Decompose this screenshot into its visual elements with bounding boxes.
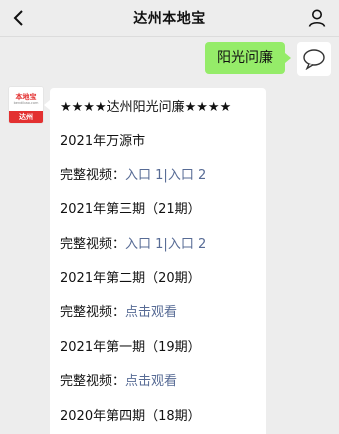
back-button[interactable] bbox=[6, 4, 30, 32]
chat-header: 达州本地宝 bbox=[0, 0, 339, 37]
logo-brand-text: 本地宝 bbox=[15, 92, 37, 101]
video-line: 完整视频：点击观看 bbox=[60, 370, 177, 389]
video-line: 完整视频：入口 1|入口 2 bbox=[60, 233, 206, 252]
section-heading: 2021年第一期（19期） bbox=[60, 340, 201, 355]
section-heading: 2020年第四期（18期） bbox=[60, 409, 201, 424]
outgoing-bubble[interactable]: 阳光问廉 bbox=[205, 42, 291, 74]
chat-screen: 达州本地宝 阳光问廉 本地宝 bendibao.com 达州 ★★★★达州阳光问 bbox=[0, 0, 339, 434]
video-label: 完整视频： bbox=[60, 374, 126, 389]
speech-bubble-icon bbox=[303, 49, 325, 70]
user-avatar[interactable] bbox=[297, 42, 331, 76]
section-heading: 2021年万源市 bbox=[60, 134, 146, 149]
video-line: 完整视频：入口 1|入口 2 bbox=[60, 164, 206, 183]
entry-2-link[interactable]: 入口 2 bbox=[168, 237, 206, 252]
incoming-bubble: ★★★★达州阳光问廉★★★★ 2021年万源市 完整视频：入口 1|入口 2 2… bbox=[44, 88, 266, 434]
profile-button[interactable] bbox=[305, 5, 329, 31]
video-label: 完整视频： bbox=[60, 305, 126, 320]
brand-logo: 本地宝 bendibao.com bbox=[9, 87, 43, 111]
chevron-left-icon bbox=[13, 10, 23, 26]
section-heading: 2021年第二期（20期） bbox=[60, 271, 201, 286]
sender-avatar[interactable]: 本地宝 bendibao.com 达州 bbox=[8, 86, 44, 124]
logo-city-text: 达州 bbox=[9, 111, 43, 123]
chat-title: 达州本地宝 bbox=[133, 11, 206, 27]
person-icon bbox=[308, 9, 326, 27]
logo-sub-text: bendibao.com bbox=[13, 100, 39, 105]
entry-1-link[interactable]: 入口 1 bbox=[125, 237, 163, 252]
watch-link[interactable]: 点击观看 bbox=[125, 305, 177, 320]
outgoing-message: 阳光问廉 bbox=[205, 42, 331, 76]
entry-2-link[interactable]: 入口 2 bbox=[168, 168, 206, 183]
watch-link[interactable]: 点击观看 bbox=[125, 374, 177, 389]
video-line: 完整视频：点击观看 bbox=[60, 301, 177, 320]
video-label: 完整视频： bbox=[60, 237, 126, 252]
entry-1-link[interactable]: 入口 1 bbox=[125, 168, 163, 183]
message-title: ★★★★达州阳光问廉★★★★ bbox=[60, 100, 232, 115]
section-heading: 2021年第三期（21期） bbox=[60, 202, 201, 217]
video-label: 完整视频： bbox=[60, 168, 126, 183]
outgoing-text: 阳光问廉 bbox=[217, 50, 273, 66]
